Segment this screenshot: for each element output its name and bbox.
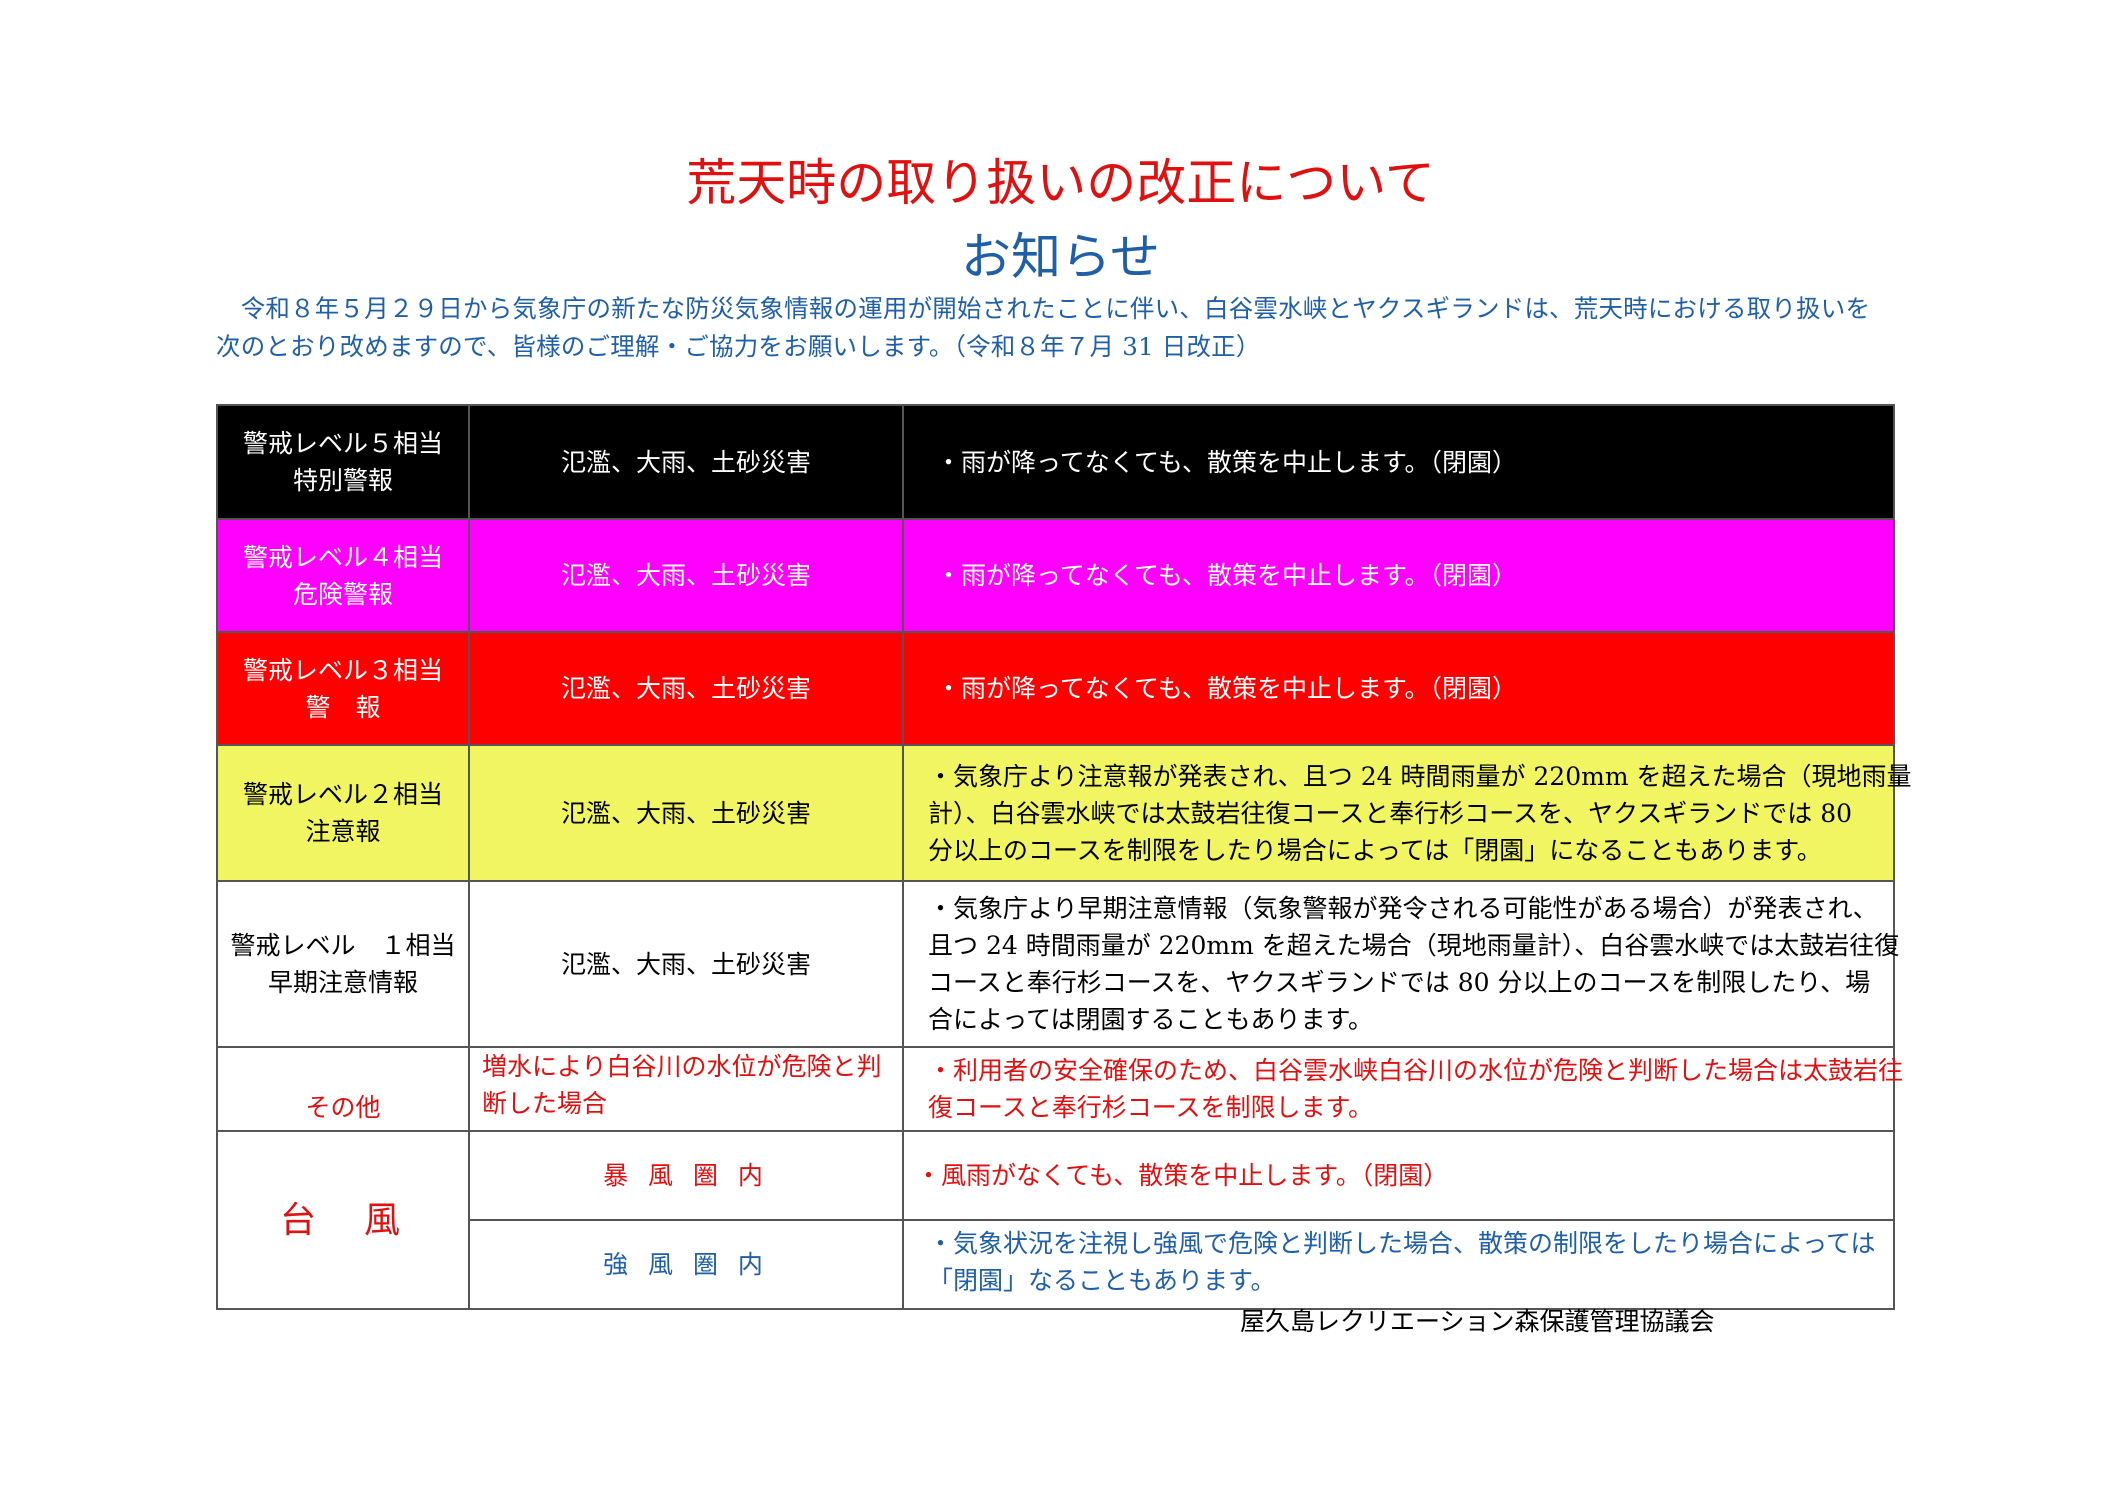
warning-level-cell: 警戒レベル １相当 早期注意情報 <box>216 880 470 1048</box>
condition-line: 断した場合 <box>482 1089 608 1118</box>
table-row-level-1: 警戒レベル １相当 早期注意情報 氾濫、大雨、土砂災害 ・気象庁より早期注意情報… <box>216 880 1900 1048</box>
warning-type-label: 早期注意情報 <box>267 968 418 997</box>
table-row-level-4: 警戒レベル４相当 危険警報 氾濫、大雨、土砂災害 ・雨が降ってなくても、散策を中… <box>216 518 1895 633</box>
warning-level-cell: 警戒レベル５相当 特別警報 <box>216 404 470 520</box>
issuer-name: 屋久島レクリエーション森保護管理協議会 <box>1240 1307 1715 1336</box>
action-line: ・利用者の安全確保のため、白谷雲水峡白谷川の水位が危険と判断した場合は太鼓岩往 <box>928 1056 1904 1085</box>
action-cell: ・雨が降ってなくても、散策を中止します。（閉園） <box>902 631 1895 746</box>
warning-type-label: 警 報 <box>305 692 381 722</box>
warning-type-label: 危険警報 <box>292 579 393 609</box>
action-line: コースと奉行杉コースを、ヤクスギランドでは 80 分以上のコースを制限したり、場 <box>928 968 1871 997</box>
action-cell: ・気象庁より早期注意情報（気象警報が発令される可能性がある場合）が発表され、 且… <box>902 880 1900 1048</box>
strong-wind-zone-cell: 強 風 圏 内 <box>468 1219 904 1310</box>
action-cell: ・利用者の安全確保のため、白谷雲水峡白谷川の水位が危険と判断した場合は太鼓岩往 … <box>902 1046 1904 1132</box>
other-condition-cell: 増水により白谷川の水位が危険と判 断した場合 <box>468 1046 904 1132</box>
page-title: 荒天時の取り扱いの改正について <box>686 154 1435 212</box>
action-line: ・気象状況を注視し強風で危険と判断した場合、散策の制限をしたり場合によっては <box>928 1229 1876 1258</box>
action-cell: ・気象状況を注視し強風で危険と判断した場合、散策の制限をしたり場合によっては 「… <box>902 1219 1895 1310</box>
weather-warning-table: 警戒レベル５相当 特別警報 氾濫、大雨、土砂災害 ・雨が降ってなくても、散策を中… <box>216 404 1912 1310</box>
intro-line: 令和８年５月２９日から気象庁の新たな防災気象情報の運用が開始されたことに伴い、白… <box>216 294 1871 323</box>
table-row-level-2: 警戒レベル２相当 注意報 氾濫、大雨、土砂災害 ・気象庁より注意報が発表され、且… <box>216 744 1912 882</box>
action-line: 分以上のコースを制限をしたり場合によっては「閉園」になることもあります。 <box>928 835 1822 865</box>
action-line: 復コースと奉行杉コースを制限します。 <box>928 1093 1374 1122</box>
action-cell: ・気象庁より注意報が発表され、且つ 24 時間雨量が 220mm を超えた場合（… <box>902 744 1912 882</box>
warning-level-label: 警戒レベル １相当 <box>230 931 456 960</box>
action-line: 「閉園」なることもあります。 <box>928 1266 1276 1295</box>
warning-level-label: 警戒レベル３相当 <box>242 655 443 685</box>
table-row-typhoon-strong-wind: 強 風 圏 内 ・気象状況を注視し強風で危険と判断した場合、散策の制限をしたり場… <box>217 1219 1895 1310</box>
condition-line: 増水により白谷川の水位が危険と判 <box>482 1052 882 1081</box>
action-line: 合によっては閉園することもあります。 <box>928 1005 1374 1034</box>
table-row-other: その他 増水により白谷川の水位が危険と判 断した場合 ・利用者の安全確保のため、… <box>216 1046 1904 1132</box>
action-cell: ・雨が降ってなくても、散策を中止します。（閉園） <box>902 518 1895 633</box>
action-line: ・気象庁より早期注意情報（気象警報が発令される可能性がある場合）が発表され、 <box>928 894 1878 923</box>
warning-level-cell: 警戒レベル３相当 警 報 <box>216 631 470 746</box>
action-cell: ・雨が降ってなくても、散策を中止します。（閉園） <box>902 404 1895 520</box>
action-line: 且つ 24 時間雨量が 220mm を超えた場合（現地雨量計）、白谷雲水峡では太… <box>928 931 1900 960</box>
hazard-cell: 氾濫、大雨、土砂災害 <box>468 631 904 746</box>
hazard-cell: 氾濫、大雨、土砂災害 <box>468 880 904 1048</box>
warning-level-label: 警戒レベル２相当 <box>242 780 443 809</box>
typhoon-label-cell: 台 風 <box>216 1130 470 1310</box>
action-line: ・気象庁より注意報が発表され、且つ 24 時間雨量が 220mm を超えた場合（… <box>928 761 1912 791</box>
hazard-cell: 氾濫、大雨、土砂災害 <box>468 518 904 633</box>
warning-level-cell: 警戒レベル４相当 危険警報 <box>216 518 470 633</box>
table-row-typhoon-storm: 台 風 暴 風 圏 内 ・風雨がなくても、散策を中止します。（閉園） <box>216 1130 1895 1310</box>
action-line: 計）、白谷雲水峡では太鼓岩往復コースと奉行杉コースを、ヤクスギランドでは 80 <box>928 798 1853 828</box>
warning-type-label: 特別警報 <box>292 466 393 495</box>
warning-level-label: 警戒レベル５相当 <box>242 429 443 458</box>
warning-level-cell: 警戒レベル２相当 注意報 <box>216 744 470 882</box>
hazard-cell: 氾濫、大雨、土砂災害 <box>468 404 904 520</box>
storm-zone-cell: 暴 風 圏 内 <box>468 1130 904 1221</box>
intro-paragraph: 令和８年５月２９日から気象庁の新たな防災気象情報の運用が開始されたことに伴い、白… <box>216 290 1906 366</box>
page-subtitle: お知らせ <box>961 228 1160 286</box>
intro-line: 次のとおり改めますので、皆様のご理解・ご協力をお願いします。（令和８年７月 31… <box>216 332 1261 361</box>
action-cell: ・風雨がなくても、散策を中止します。（閉園） <box>902 1130 1895 1221</box>
table-row-level-5: 警戒レベル５相当 特別警報 氾濫、大雨、土砂災害 ・雨が降ってなくても、散策を中… <box>216 404 1895 520</box>
hazard-cell: 氾濫、大雨、土砂災害 <box>468 744 904 882</box>
warning-type-label: 注意報 <box>305 817 381 846</box>
warning-level-label: 警戒レベル４相当 <box>242 542 443 572</box>
table-row-level-3: 警戒レベル３相当 警 報 氾濫、大雨、土砂災害 ・雨が降ってなくても、散策を中止… <box>216 631 1895 746</box>
other-label-cell: その他 <box>216 1046 470 1132</box>
